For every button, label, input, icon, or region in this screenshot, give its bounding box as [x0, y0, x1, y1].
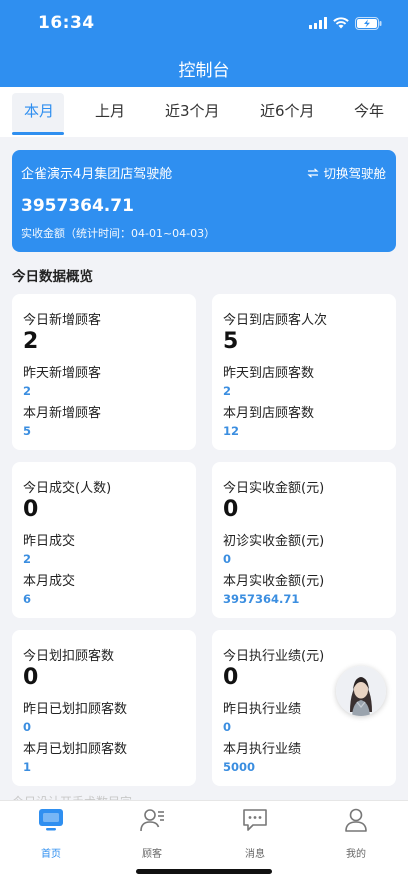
battery-charging-icon — [355, 16, 382, 30]
stat-card-title: 今日到店顾客人次 — [223, 313, 328, 328]
received-amount-caption: 实收金额（统计时间：04-01~04-03） — [21, 227, 216, 240]
stat-card-sub-value: 6 — [23, 592, 32, 606]
message-icon — [243, 809, 267, 831]
stat-card-sub-value: 5000 — [223, 760, 256, 774]
tabbar-item-customers[interactable]: 顾客 — [122, 807, 182, 860]
stat-card-label: 昨天到店顾客数 — [223, 366, 315, 381]
stat-card-sub-value: 2 — [23, 552, 32, 566]
assistant-avatar-button[interactable] — [336, 666, 386, 716]
switch-cockpit-button[interactable]: 切换驾驶舱 — [307, 163, 386, 182]
app-header: 16:34 控制台 — [0, 0, 408, 87]
stat-card-value: 5 — [223, 329, 239, 354]
stat-card-title: 今日执行业绩(元) — [223, 649, 325, 664]
stat-card-label: 初诊实收金额(元) — [223, 534, 325, 549]
switch-cockpit-label: 切换驾驶舱 — [323, 166, 386, 181]
stat-card-title: 今日成交(人数) — [23, 481, 112, 496]
stat-card-sub-value: 0 — [223, 720, 232, 734]
assistant-avatar-icon — [336, 666, 386, 716]
stat-card-sub-value: 3957364.71 — [223, 592, 300, 606]
section-title-today-overview: 今日数据概览 — [12, 269, 93, 285]
stat-card-label: 本月已划扣顾客数 — [23, 742, 128, 757]
stat-card-sub-value: 0 — [23, 720, 32, 734]
stat-card-sub-value: 2 — [23, 384, 32, 398]
stat-card-sub-value: 12 — [223, 424, 240, 438]
stat-card-value: 2 — [23, 329, 39, 354]
status-time: 16:34 — [38, 13, 95, 33]
tabbar-label-messages: 消息 — [245, 849, 265, 860]
status-bar: 16:34 — [0, 0, 408, 44]
stat-card-sub-value: 1 — [23, 760, 32, 774]
stat-card-label: 本月实收金额(元) — [223, 574, 325, 589]
tabbar-label-profile: 我的 — [346, 849, 366, 860]
home-indicator — [136, 869, 272, 874]
stat-card-sub-value: 2 — [223, 384, 232, 398]
tabbar-item-profile[interactable]: 我的 — [326, 807, 386, 860]
stat-card-label: 本月新增顾客 — [23, 406, 102, 421]
status-icons — [309, 14, 382, 32]
tab-last-6-months[interactable]: 近6个月 — [260, 100, 315, 121]
tab-active-underline — [12, 132, 64, 135]
stat-card-label: 本月执行业绩 — [223, 742, 302, 757]
stat-card-value: 0 — [223, 665, 239, 690]
stat-card-label: 昨日已划扣顾客数 — [23, 702, 128, 717]
stat-card-title: 今日划扣顾客数 — [23, 649, 115, 664]
stat-card-label: 本月成交 — [23, 574, 76, 589]
stat-card-deducted-customers[interactable]: 今日划扣顾客数 0 昨日已划扣顾客数 0 本月已划扣顾客数 1 — [12, 630, 196, 786]
stat-card-value: 0 — [223, 497, 239, 522]
stat-card-value: 0 — [23, 665, 39, 690]
stat-card-received-amount[interactable]: 今日实收金额(元) 0 初诊实收金额(元) 0 本月实收金额(元) 395736… — [212, 462, 396, 618]
tabbar-label-home: 首页 — [41, 849, 61, 860]
stat-card-label: 昨日成交 — [23, 534, 76, 549]
wifi-icon — [333, 17, 349, 29]
tab-this-month[interactable]: 本月 — [24, 100, 54, 121]
tab-last-3-months[interactable]: 近3个月 — [165, 100, 220, 121]
period-tabs: 本月 上月 近3个月 近6个月 今年 — [0, 87, 408, 137]
tab-this-year[interactable]: 今年 — [354, 100, 384, 121]
stat-card-label: 本月到店顾客数 — [223, 406, 315, 421]
stat-card-deals[interactable]: 今日成交(人数) 0 昨日成交 2 本月成交 6 — [12, 462, 196, 618]
tabbar-label-customers: 顾客 — [142, 849, 162, 860]
stat-card-title: 今日新增顾客 — [23, 313, 102, 328]
stat-card-sub-value: 0 — [223, 552, 232, 566]
tab-last-month[interactable]: 上月 — [95, 100, 125, 121]
stat-card-new-customers[interactable]: 今日新增顾客 2 昨天新增顾客 2 本月新增顾客 5 — [12, 294, 196, 450]
stat-card-title: 今日实收金额(元) — [223, 481, 325, 496]
customer-icon — [140, 809, 164, 832]
tabbar-item-messages[interactable]: 消息 — [225, 807, 285, 860]
cockpit-summary-card: 企雀演示4月集团店驾驶舱 切换驾驶舱 3957364.71 实收金额（统计时间：… — [12, 150, 396, 252]
stat-card-store-visits[interactable]: 今日到店顾客人次 5 昨天到店顾客数 2 本月到店顾客数 12 — [212, 294, 396, 450]
store-name: 企雀演示4月集团店驾驶舱 — [21, 167, 173, 182]
stat-card-label: 昨天新增顾客 — [23, 366, 102, 381]
profile-icon — [345, 808, 367, 832]
tabbar-item-home[interactable]: 首页 — [21, 807, 81, 860]
page-title: 控制台 — [178, 61, 230, 81]
stat-card-label: 昨日执行业绩 — [223, 702, 302, 717]
swap-icon — [307, 167, 320, 178]
monitor-icon — [39, 809, 63, 831]
signal-icon — [309, 17, 327, 29]
received-amount: 3957364.71 — [21, 196, 134, 216]
stat-card-value: 0 — [23, 497, 39, 522]
stat-card-sub-value: 5 — [23, 424, 32, 438]
